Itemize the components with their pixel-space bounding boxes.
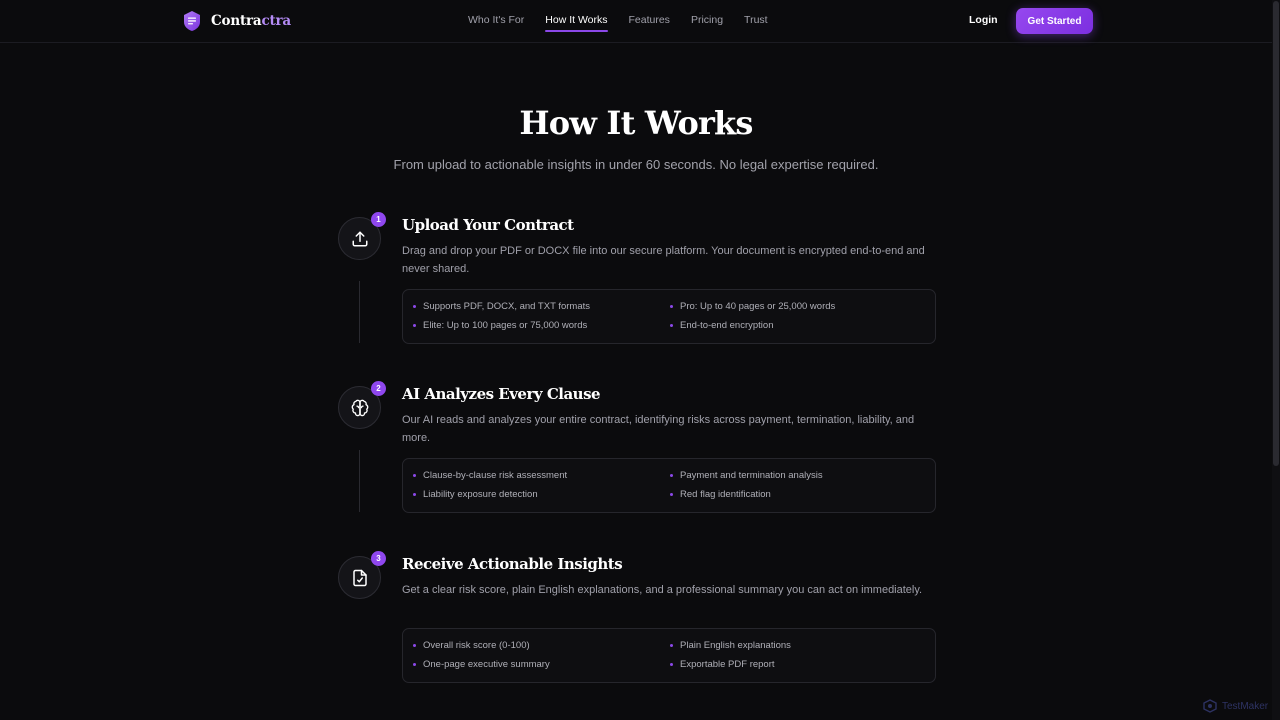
feature-item: One-page executive summary [413,659,550,670]
step-title: AI Analyzes Every Clause [402,385,601,403]
step-number-badge: 1 [371,212,386,227]
step-connector-line [359,450,360,512]
watermark-logo-icon [1203,699,1217,713]
brain-icon [351,399,368,416]
feature-item: Plain English explanations [670,640,791,651]
nav-link-pricing[interactable]: Pricing [691,14,723,31]
nav-link-how-it-works[interactable]: How It Works [545,14,608,32]
get-started-button[interactable]: Get Started [1016,8,1093,34]
upload-icon [352,231,367,246]
step-features-card: Supports PDF, DOCX, and TXT formats Pro:… [402,289,936,344]
feature-item: Red flag identification [670,489,771,500]
nav-links: Who It's For How It Works Features Prici… [468,14,768,32]
step-description: Get a clear risk score, plain English ex… [402,584,923,596]
logo[interactable]: Contractra [182,10,291,32]
scrollbar[interactable] [1272,0,1280,720]
feature-item: Payment and termination analysis [670,470,823,481]
logo-text: Contractra [211,13,291,29]
nav-link-who-its-for[interactable]: Who It's For [468,14,524,31]
feature-item: End-to-end encryption [670,320,773,331]
step-title: Receive Actionable Insights [402,555,623,573]
feature-item: Clause-by-clause risk assessment [413,470,567,481]
step-description: Drag and drop your PDF or DOCX file into… [402,245,925,275]
step-features-card: Clause-by-clause risk assessment Payment… [402,458,936,513]
step-title: Upload Your Contract [402,216,574,234]
nav-link-trust[interactable]: Trust [744,14,768,31]
step-connector-line [359,281,360,343]
scrollbar-thumb[interactable] [1273,1,1279,466]
feature-item: Overall risk score (0-100) [413,640,530,651]
step-number-badge: 3 [371,551,386,566]
login-link[interactable]: Login [969,14,998,26]
step-number-badge: 2 [371,381,386,396]
feature-item: Pro: Up to 40 pages or 25,000 words [670,301,835,312]
watermark-text: TestMaker [1222,700,1269,712]
section-subtitle: From upload to actionable insights in un… [393,157,879,172]
feature-item: Liability exposure detection [413,489,538,500]
section-title: How It Works [519,104,753,142]
feature-item: Exportable PDF report [670,659,775,670]
file-check-icon [352,569,367,586]
shield-logo-icon [184,11,200,31]
feature-item: Supports PDF, DOCX, and TXT formats [413,301,590,312]
feature-item: Elite: Up to 100 pages or 75,000 words [413,320,587,331]
top-nav: Contractra Who It's For How It Works Fea… [0,0,1272,43]
watermark: TestMaker [1203,699,1268,713]
nav-link-features[interactable]: Features [629,14,670,31]
step-description: Our AI reads and analyzes your entire co… [402,414,915,444]
step-features-card: Overall risk score (0-100) Plain English… [402,628,936,683]
